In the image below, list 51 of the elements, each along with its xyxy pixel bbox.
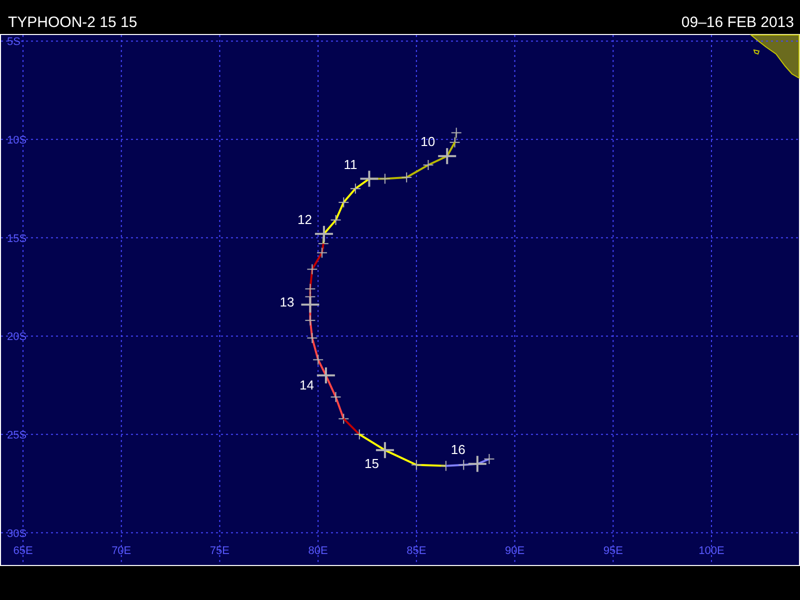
date-range: 09–16 FEB 2013 bbox=[681, 15, 794, 30]
day-cross bbox=[300, 296, 320, 314]
day-label: 13 bbox=[280, 294, 294, 310]
longitude-label: 65E bbox=[13, 545, 33, 557]
day-cross bbox=[316, 366, 336, 384]
position-cross bbox=[330, 392, 342, 403]
latitude-label: 20S bbox=[7, 331, 27, 344]
position-cross bbox=[304, 283, 316, 294]
position-cross bbox=[354, 428, 365, 440]
day-label: 12 bbox=[298, 212, 312, 227]
day-cross bbox=[437, 147, 458, 166]
longitude-label: 85E bbox=[406, 545, 426, 557]
position-cross bbox=[449, 136, 460, 148]
position-cross bbox=[379, 173, 390, 184]
day-cross bbox=[314, 224, 334, 243]
position-cross bbox=[458, 459, 470, 470]
day-label: 11 bbox=[344, 156, 358, 172]
latitude-label: 10S bbox=[7, 134, 27, 146]
longitude-label: 70E bbox=[112, 545, 132, 557]
position-cross bbox=[304, 314, 316, 326]
day-cross bbox=[359, 170, 380, 188]
day-label: 14 bbox=[299, 377, 314, 392]
position-cross bbox=[450, 127, 462, 138]
position-cross bbox=[316, 247, 328, 258]
day-cross bbox=[467, 454, 488, 473]
position-cross bbox=[312, 354, 324, 366]
day-cross bbox=[374, 441, 395, 460]
latitude-label: 30S bbox=[7, 528, 27, 540]
day-label: 16 bbox=[450, 442, 466, 457]
position-cross bbox=[306, 264, 318, 275]
day-label: 10 bbox=[420, 134, 436, 150]
latitude-label: 25S bbox=[7, 429, 27, 442]
position-cross bbox=[338, 196, 350, 208]
latitude-label: 5S bbox=[7, 36, 20, 48]
longitude-label: 100E bbox=[698, 545, 724, 557]
land-drawing bbox=[750, 34, 800, 79]
longitude-label: 80E bbox=[308, 545, 328, 557]
position-cross bbox=[306, 332, 318, 344]
longitude-label: 90E bbox=[505, 545, 525, 557]
position-cross bbox=[422, 159, 434, 170]
map-title: TYPHOON-2 15 15 bbox=[8, 15, 138, 30]
position-cross bbox=[338, 413, 350, 424]
longitude-label: 95E bbox=[603, 545, 623, 557]
longitude-label: 75E bbox=[210, 545, 230, 557]
position-cross bbox=[401, 172, 412, 183]
day-label: 15 bbox=[364, 456, 379, 472]
position-cross bbox=[410, 459, 422, 470]
position-cross bbox=[484, 454, 495, 464]
position-cross bbox=[350, 183, 361, 194]
position-cross bbox=[330, 214, 342, 226]
latitude-label: 15S bbox=[7, 232, 27, 245]
